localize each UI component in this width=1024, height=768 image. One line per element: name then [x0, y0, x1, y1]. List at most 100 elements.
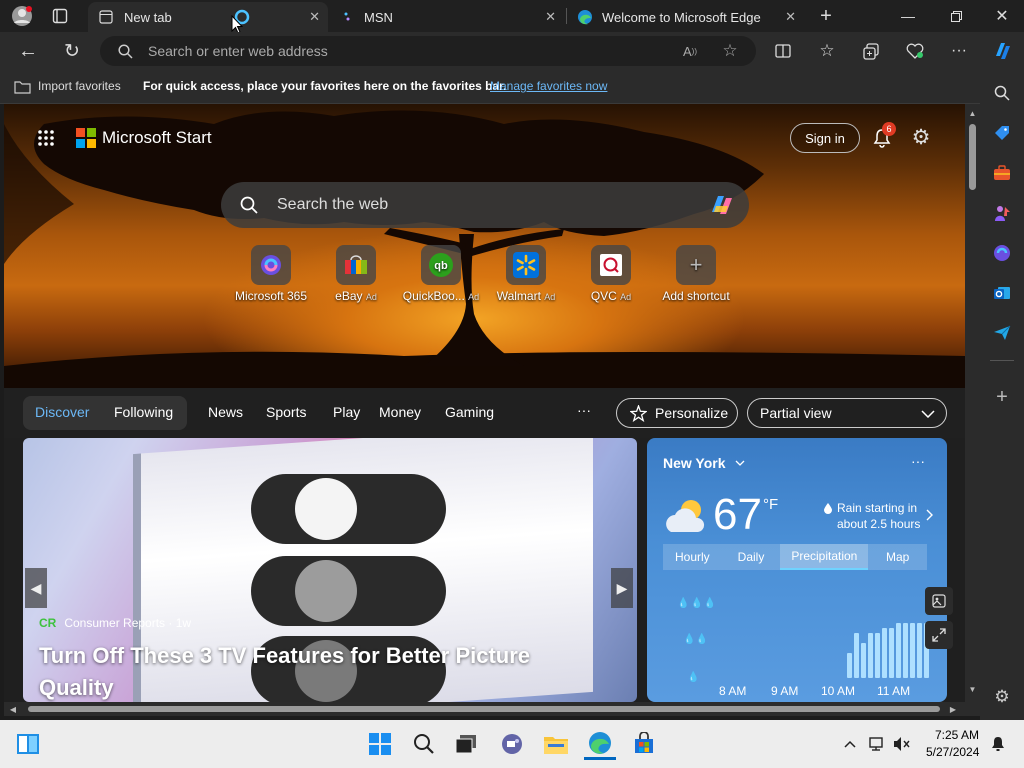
- restore-icon[interactable]: [944, 4, 968, 28]
- tab-sports[interactable]: Sports: [266, 404, 306, 420]
- edge-taskbar-icon[interactable]: [584, 728, 616, 760]
- view-mode-select[interactable]: Partial view: [747, 398, 947, 428]
- notification-center-icon[interactable]: [982, 728, 1014, 760]
- image-viewer-icon[interactable]: [925, 587, 953, 615]
- widgets-icon[interactable]: [12, 728, 44, 760]
- tab-new-tab[interactable]: New tab ✕: [88, 2, 328, 32]
- profile-avatar-icon[interactable]: [10, 5, 34, 27]
- carousel-next-arrow-icon[interactable]: ▶: [611, 568, 633, 608]
- copilot-search-icon[interactable]: [707, 191, 737, 219]
- chevron-right-icon[interactable]: [923, 508, 935, 522]
- tab-news[interactable]: News: [208, 404, 243, 420]
- close-tab-icon[interactable]: ✕: [545, 9, 556, 25]
- refresh-icon[interactable]: ↻: [60, 40, 84, 62]
- read-aloud-icon[interactable]: A)): [680, 42, 700, 60]
- tab-play[interactable]: Play: [333, 404, 360, 420]
- weather-tab-hourly[interactable]: Hourly: [663, 544, 722, 570]
- more-tabs-icon[interactable]: ···: [577, 402, 591, 418]
- microsoft-store-icon[interactable]: [628, 728, 660, 760]
- split-screen-icon[interactable]: [772, 40, 794, 62]
- article-source[interactable]: CR Consumer Reports · 1w: [39, 616, 191, 630]
- sign-in-button[interactable]: Sign in: [790, 123, 860, 153]
- tab-gaming[interactable]: Gaming: [445, 404, 494, 420]
- app-launcher-icon[interactable]: [34, 126, 58, 150]
- back-arrow-icon[interactable]: ←: [16, 40, 40, 62]
- msn-favicon-icon: [342, 9, 354, 25]
- weather-card[interactable]: New York ··· 67 °F Rain starting in abou…: [647, 438, 947, 702]
- weather-more-icon[interactable]: ···: [911, 453, 925, 469]
- sidebar-search-icon[interactable]: [991, 82, 1013, 104]
- copilot-sidebar-icon[interactable]: [991, 242, 1013, 264]
- address-input[interactable]: Search or enter web address: [148, 43, 328, 59]
- scroll-left-arrow-icon[interactable]: ◀: [8, 704, 18, 714]
- tab-money[interactable]: Money: [379, 404, 421, 420]
- windows-start-icon[interactable]: [364, 728, 396, 760]
- favorite-star-icon[interactable]: ☆: [720, 41, 740, 61]
- tab-actions-icon[interactable]: [50, 6, 70, 26]
- weather-tab-map[interactable]: Map: [868, 544, 927, 570]
- tab-msn[interactable]: MSN ✕: [332, 2, 564, 32]
- clock-time[interactable]: 7:25 AM: [935, 728, 979, 742]
- location-chevron-down-icon[interactable]: [733, 456, 747, 470]
- scroll-down-arrow-icon[interactable]: ▼: [967, 684, 978, 694]
- microsoft-start-logo[interactable]: Microsoft Start: [76, 128, 212, 148]
- article-headline[interactable]: Turn Off These 3 TV Features for Better …: [39, 640, 599, 702]
- collections-icon[interactable]: [860, 40, 882, 62]
- vertical-scrollbar[interactable]: ▲ ▼: [965, 104, 980, 702]
- close-tab-icon[interactable]: ✕: [785, 9, 796, 25]
- weather-tab-daily[interactable]: Daily: [722, 544, 781, 570]
- outlook-icon[interactable]: [991, 282, 1013, 304]
- add-sidebar-app-plus-icon[interactable]: +: [991, 386, 1013, 408]
- favorites-icon[interactable]: ☆: [816, 40, 838, 62]
- file-explorer-icon[interactable]: [540, 728, 572, 760]
- search-input[interactable]: Search the web: [277, 196, 388, 214]
- scroll-right-arrow-icon[interactable]: ▶: [948, 704, 958, 714]
- tab-title: New tab: [124, 9, 172, 25]
- tab-welcome-edge[interactable]: Welcome to Microsoft Edge ✕: [568, 2, 804, 32]
- more-menu-icon[interactable]: ···: [948, 40, 970, 62]
- sparkle-star-icon: [629, 404, 647, 422]
- task-view-icon[interactable]: [450, 728, 482, 760]
- shortcut-microsoft-365[interactable]: Microsoft 365: [226, 245, 316, 303]
- weather-location[interactable]: New York: [663, 455, 726, 471]
- expand-icon[interactable]: [925, 621, 953, 649]
- shortcut-quickbooks[interactable]: qb QuickBoo... Ad: [396, 245, 486, 303]
- weather-tab-precipitation[interactable]: Precipitation: [780, 544, 869, 570]
- weather-unit[interactable]: °F: [763, 496, 778, 513]
- shortcut-walmart[interactable]: Walmart Ad: [481, 245, 571, 303]
- teams-chat-icon[interactable]: [496, 728, 528, 760]
- send-paper-plane-icon[interactable]: [991, 322, 1013, 344]
- copilot-icon[interactable]: [990, 38, 1016, 64]
- tools-briefcase-icon[interactable]: [991, 162, 1013, 184]
- minimize-icon[interactable]: —: [896, 4, 920, 28]
- volume-muted-icon[interactable]: [886, 728, 918, 760]
- horizontal-scrollbar[interactable]: ◀ ▶: [4, 702, 980, 716]
- favorites-bar: Import favorites For quick access, place…: [0, 70, 1024, 104]
- close-tab-icon[interactable]: ✕: [309, 9, 320, 25]
- close-window-icon[interactable]: ✕: [990, 4, 1014, 28]
- address-bar[interactable]: Search or enter web address A)) ☆: [100, 36, 756, 66]
- horizontal-scrollbar-thumb[interactable]: [28, 706, 940, 712]
- search-icon: [116, 42, 134, 60]
- taskbar-search-icon[interactable]: [408, 728, 440, 760]
- shopping-tag-icon[interactable]: [991, 122, 1013, 144]
- vertical-scrollbar-thumb[interactable]: [969, 124, 976, 190]
- manage-favorites-link[interactable]: Manage favorites now: [490, 79, 607, 93]
- clock-date[interactable]: 5/27/2024: [926, 745, 979, 759]
- tab-discover[interactable]: Discover: [35, 404, 89, 420]
- shortcut-add[interactable]: + Add shortcut: [651, 245, 741, 303]
- shortcut-ebay[interactable]: eBay Ad: [311, 245, 401, 303]
- browser-essentials-icon[interactable]: [904, 40, 926, 62]
- featured-article-card[interactable]: ◀ ▶ CR Consumer Reports · 1w Turn Off Th…: [23, 438, 637, 702]
- import-favorites-button[interactable]: Import favorites: [38, 79, 121, 93]
- shortcut-qvc[interactable]: QVC Ad: [566, 245, 656, 303]
- personalize-button[interactable]: Personalize: [616, 398, 738, 428]
- sidebar-settings-gear-icon[interactable]: ⚙: [991, 686, 1013, 708]
- scroll-up-arrow-icon[interactable]: ▲: [967, 108, 978, 118]
- carousel-prev-arrow-icon[interactable]: ◀: [25, 568, 47, 608]
- new-tab-plus-icon[interactable]: +: [815, 5, 837, 27]
- tab-following[interactable]: Following: [114, 404, 173, 420]
- games-icon[interactable]: [991, 202, 1013, 224]
- settings-gear-icon[interactable]: ⚙: [909, 125, 933, 149]
- web-search-box[interactable]: Search the web: [221, 182, 749, 228]
